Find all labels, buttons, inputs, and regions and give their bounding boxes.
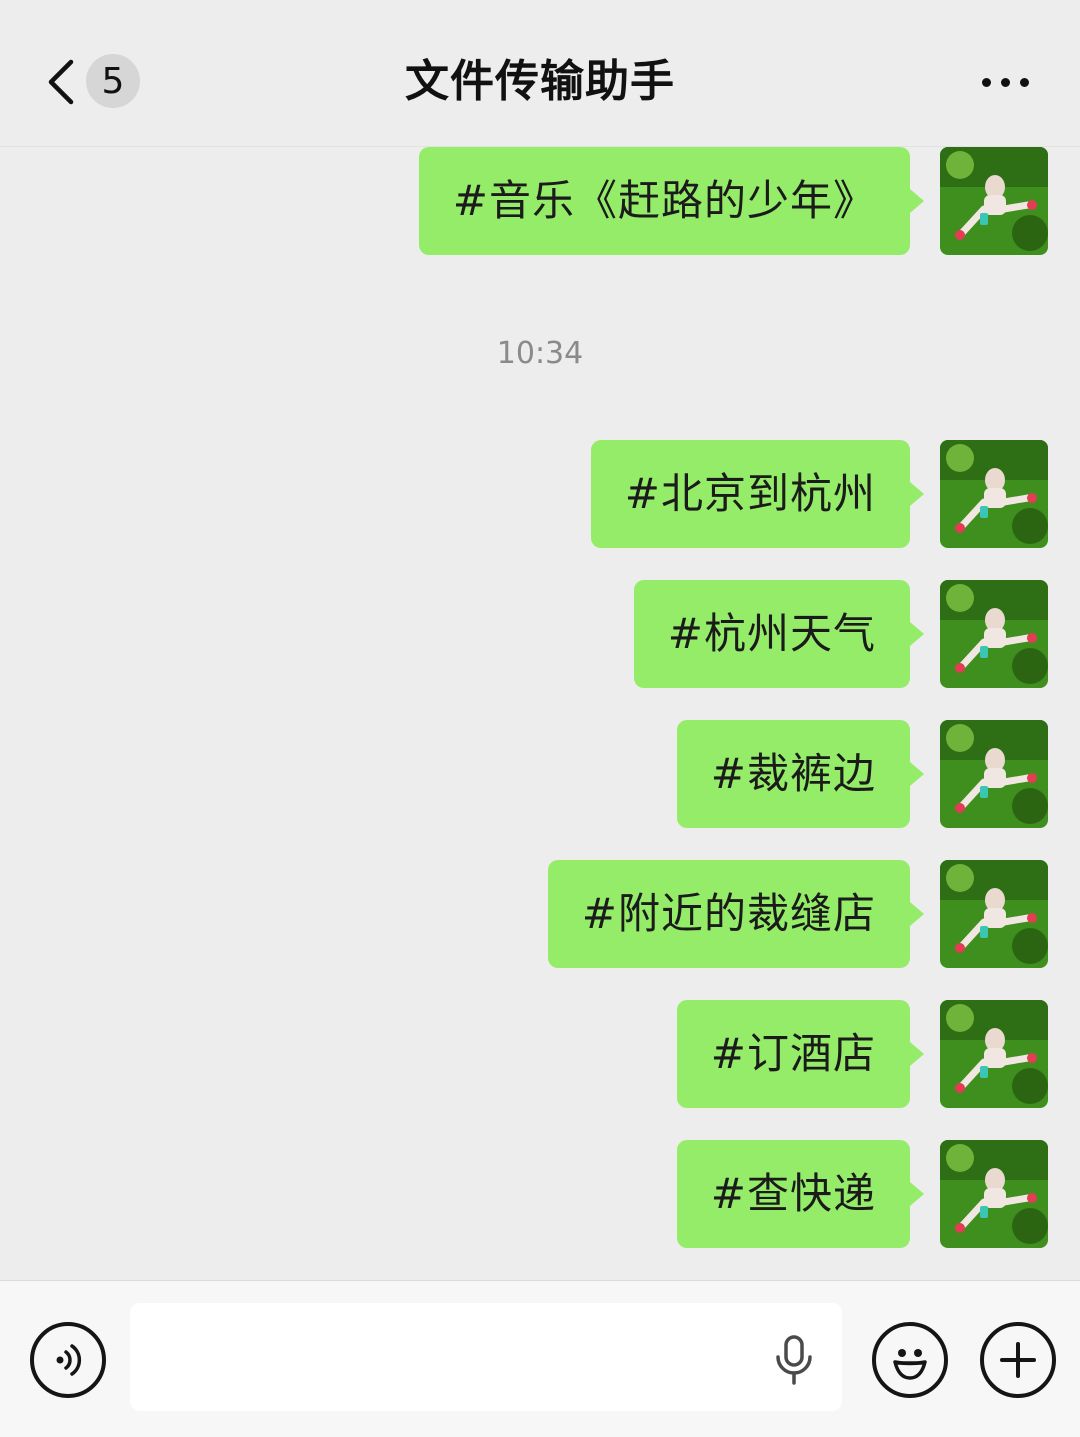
emoji-button[interactable] — [872, 1322, 948, 1398]
avatar-image — [940, 720, 1048, 828]
message-bubble[interactable]: #附近的裁缝店 — [547, 860, 925, 968]
chat-screen: 5 文件传输助手 #音乐《赶路的少年》 10:34 #北京到杭州 #杭州天气 #… — [0, 0, 1080, 1437]
message-input[interactable] — [130, 1303, 842, 1411]
plus-button[interactable] — [980, 1322, 1056, 1398]
message-row: #附近的裁缝店 — [0, 860, 1080, 968]
avatar[interactable] — [940, 860, 1048, 968]
chat-header: 5 文件传输助手 — [0, 0, 1080, 147]
chevron-left-icon — [48, 59, 74, 105]
avatar[interactable] — [940, 147, 1048, 255]
message-bubble[interactable]: #裁裤边 — [676, 720, 925, 828]
back-button[interactable] — [38, 52, 82, 112]
message-row: #裁裤边 — [0, 720, 1080, 828]
voice-button[interactable] — [30, 1322, 106, 1398]
avatar[interactable] — [940, 1000, 1048, 1108]
avatar-image — [940, 1140, 1048, 1248]
avatar[interactable] — [940, 440, 1048, 548]
more-button[interactable] — [970, 60, 1040, 104]
message-bubble[interactable]: #音乐《赶路的少年》 — [418, 147, 925, 255]
input-bar — [0, 1280, 1080, 1437]
microphone-icon — [776, 1335, 812, 1385]
avatar-image — [940, 860, 1048, 968]
message-row: #音乐《赶路的少年》 — [0, 147, 1080, 255]
microphone-button[interactable] — [772, 1335, 816, 1385]
avatar[interactable] — [940, 720, 1048, 828]
more-dot — [1019, 77, 1029, 87]
emoji-icon — [893, 1349, 927, 1380]
avatar-image — [940, 1000, 1048, 1108]
more-dots-icon — [981, 77, 991, 87]
avatar-image — [940, 147, 1048, 255]
avatar[interactable] — [940, 1140, 1048, 1248]
message-bubble[interactable]: #杭州天气 — [633, 580, 925, 688]
message-bubble[interactable]: #北京到杭州 — [590, 440, 925, 548]
message-row: #杭州天气 — [0, 580, 1080, 688]
message-bubble[interactable]: #订酒店 — [676, 1000, 925, 1108]
avatar[interactable] — [940, 580, 1048, 688]
message-row: #北京到杭州 — [0, 440, 1080, 548]
voice-icon — [56, 1344, 82, 1376]
message-row: #查快递 — [0, 1140, 1080, 1248]
more-dot — [1000, 77, 1010, 87]
page-title: 文件传输助手 — [405, 56, 675, 107]
message-bubble[interactable]: #查快递 — [676, 1140, 925, 1248]
unread-badge[interactable]: 5 — [86, 54, 140, 108]
avatar-image — [940, 580, 1048, 688]
timestamp: 10:34 — [496, 336, 584, 371]
message-row: #订酒店 — [0, 1000, 1080, 1108]
plus-icon — [1000, 1342, 1036, 1378]
avatar-image — [940, 440, 1048, 548]
